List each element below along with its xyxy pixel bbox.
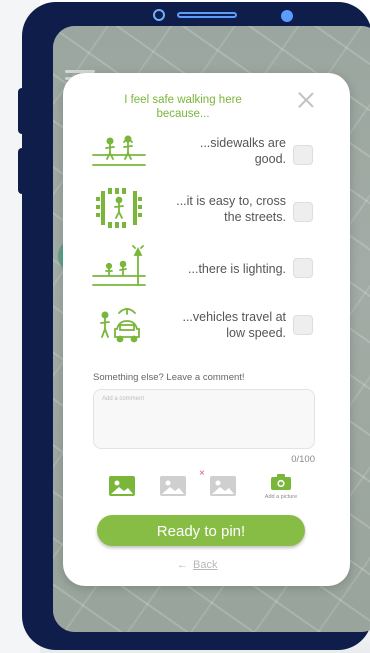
option-label: ...there is lighting.	[188, 262, 286, 276]
char-counter: 0/100	[291, 454, 315, 465]
pedestrians-on-sidewalk-icon	[92, 135, 146, 166]
option-checkbox-sidewalks[interactable]	[293, 145, 313, 165]
comment-input[interactable]	[93, 389, 315, 449]
option-row-lighting: ...there is lighting.	[63, 245, 350, 295]
remove-picture-icon[interactable]: ×	[199, 469, 205, 479]
picture-thumbnail-selected[interactable]	[108, 475, 136, 497]
option-row-crossing: ...it is easy to, cross the streets.	[63, 183, 350, 233]
safety-dialog: I feel safe walking here because... ...s…	[63, 73, 350, 586]
close-icon[interactable]	[295, 89, 317, 111]
picture-slot-icon[interactable]	[159, 475, 187, 497]
dialog-title: I feel safe walking here because...	[124, 94, 242, 120]
street-lighting-icon	[92, 245, 146, 286]
option-label: ...vehicles travel at low speed.	[182, 310, 286, 340]
back-label: Back	[193, 559, 218, 571]
crosswalk-icon	[96, 188, 142, 228]
speaker-icon	[177, 12, 237, 18]
back-link[interactable]: ← Back	[177, 559, 237, 571]
front-camera-icon	[281, 10, 293, 22]
option-label: ...sidewalks are good.	[199, 136, 286, 166]
option-row-vehicles: ...vehicles travel at low speed.	[63, 299, 350, 349]
comment-label: Something else? Leave a comment!	[93, 372, 245, 383]
camera-icon[interactable]	[270, 473, 292, 491]
option-checkbox-vehicles[interactable]	[293, 315, 313, 335]
slow-vehicle-icon	[100, 308, 140, 343]
front-sensor-icon	[153, 9, 165, 21]
option-checkbox-lighting[interactable]	[293, 258, 313, 278]
option-checkbox-crossing[interactable]	[293, 202, 313, 222]
add-picture-label[interactable]: Add a picture	[257, 494, 305, 500]
back-arrow-icon: ←	[177, 559, 188, 571]
ready-to-pin-button[interactable]: Ready to pin!	[97, 515, 305, 546]
picture-slot-icon[interactable]	[209, 475, 237, 497]
option-row-sidewalks: ...sidewalks are good.	[63, 125, 350, 175]
option-label: ...it is easy to, cross the streets.	[176, 194, 286, 224]
